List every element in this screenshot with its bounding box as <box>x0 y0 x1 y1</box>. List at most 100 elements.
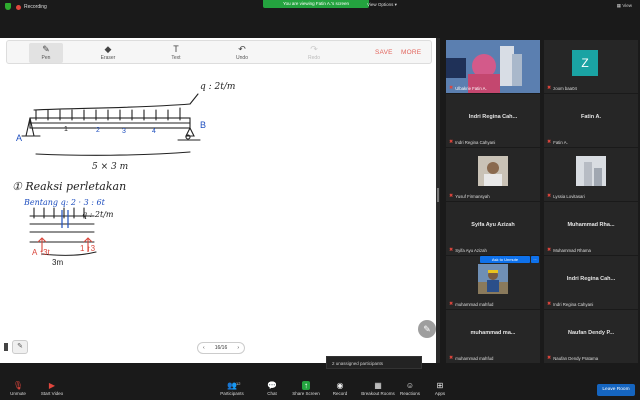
edit-pencil-button[interactable]: ✎ <box>418 320 436 338</box>
chat-button[interactable]: 💬 Chat <box>254 380 290 396</box>
small-load-label: q : 2t/m <box>82 210 114 219</box>
participant-display-name: Indri Regina Cah... <box>566 276 616 282</box>
participant-tile[interactable]: ✖ muhammad mahfud <box>446 256 540 309</box>
participant-more-button[interactable]: ... <box>531 256 539 263</box>
resize-handle[interactable] <box>437 188 439 202</box>
panel-resize-bar[interactable] <box>436 38 440 363</box>
ask-to-unmute-button[interactable]: Ask to Unmute <box>480 256 530 263</box>
participant-tile[interactable]: Z ✖ zoom baa04 <box>544 40 638 93</box>
reaction-a-label: A ↑3t <box>32 248 50 257</box>
tile-label: ✖ muhammad mahfud <box>449 355 493 361</box>
participant-name: muhammad mahfud <box>455 301 494 307</box>
record-button[interactable]: ◉ Record <box>322 380 358 396</box>
shared-whiteboard[interactable]: q : 2t/m A B 1 2 3 4 5 × 3 m ① Reaksi pe… <box>0 38 440 363</box>
muted-mic-icon: ✖ <box>449 193 454 199</box>
security-shield-icon[interactable] <box>5 3 11 10</box>
participant-tile[interactable]: ✖ Ulbakrie Fatin A. <box>446 40 540 93</box>
eraser-tool[interactable]: ◆ Eraser <box>91 43 125 63</box>
next-page-button[interactable]: › <box>237 345 239 351</box>
participant-name: Syifa Ayu Azizah <box>455 247 487 253</box>
participants-label: Participants <box>220 391 244 396</box>
side-tab[interactable] <box>4 343 8 351</box>
tile-label: ✖ muhammad mahfud <box>449 301 493 307</box>
leave-room-button[interactable]: Leave Room <box>597 384 635 396</box>
dimension-label: 5 × 3 m <box>92 162 129 172</box>
page-label: 16/16 <box>214 345 228 351</box>
view-label: View <box>622 3 632 8</box>
start-video-button[interactable]: ▶ Start Video <box>34 380 70 396</box>
muted-mic-icon: ✖ <box>449 355 454 361</box>
pen-tool[interactable]: ✎ Pen <box>29 43 63 63</box>
eraser-label: Eraser <box>100 55 116 61</box>
text-tool[interactable]: T Text <box>159 43 193 63</box>
chat-label: Chat <box>267 391 277 396</box>
recording-dot-icon <box>16 4 21 10</box>
participant-tile[interactable]: Fatin A. ✖ Fatin A. <box>544 94 638 147</box>
video-feed <box>478 264 508 294</box>
view-button[interactable]: ▦ View <box>617 3 632 9</box>
muted-mic-icon: ✖ <box>547 193 552 199</box>
more-button[interactable]: MORE <box>401 49 421 56</box>
microphone-muted-icon: 🎙 <box>12 381 24 390</box>
pen-icon: ✎ <box>42 44 50 54</box>
share-screen-button[interactable]: ↑ Share Screen <box>288 380 324 396</box>
undo-tool[interactable]: ↶ Undo <box>225 43 259 63</box>
annotation-control-button[interactable]: ✎ <box>12 340 28 354</box>
pen-small-icon: ✎ <box>17 343 23 350</box>
support-b-label: B <box>200 120 207 130</box>
bentang-line: Bentang q: 2 · 3 : 6t <box>24 198 105 207</box>
span-mark-4: 4 <box>152 128 156 135</box>
whiteboard-toolbar: ✎ Pen ◆ Eraser T Text ↶ Undo ↷ Redo SAVE… <box>6 40 432 64</box>
pencil-icon: ✎ <box>423 324 431 334</box>
participant-tile[interactable]: Indri Regina Cah... ✖ Indri Regina Cahyan… <box>446 94 540 147</box>
support-a-label: A <box>16 133 23 143</box>
tile-label: ✖ Fatin A. <box>547 139 568 145</box>
tile-label: ✖ Indri Regina Cahyani <box>547 301 593 307</box>
participant-tile[interactable]: Naufan Dendy P... ✖ Naufan Dendy Pratama <box>544 310 638 363</box>
muted-mic-icon: ✖ <box>449 301 454 307</box>
save-button[interactable]: SAVE <box>375 49 393 56</box>
participant-name: zoom baa04 <box>553 85 577 91</box>
dimension-line <box>35 151 191 156</box>
participant-display-name: Syifa Ayu Azizah <box>471 222 515 228</box>
muted-mic-icon: ✖ <box>547 85 552 91</box>
muted-mic-icon: ✖ <box>449 139 454 145</box>
undo-label: Undo <box>236 55 248 61</box>
participant-name: Ulbakrie Fatin A. <box>455 85 487 91</box>
participants-button[interactable]: 👥 12 Participants <box>214 380 250 396</box>
load-line <box>33 103 191 111</box>
redo-icon: ↷ <box>310 44 318 54</box>
participant-tile[interactable]: Muhammad Rha... ✖ Muhammad Rhama <box>544 202 638 255</box>
unassigned-participants-notice[interactable]: 2 unassigned participants <box>326 356 422 369</box>
participants-count: 12 <box>236 381 241 386</box>
participant-tile[interactable]: muhammad ma... ✖ muhammad mahfud <box>446 310 540 363</box>
participant-tile[interactable]: ✖ Lyssia Lovitasari <box>544 148 638 201</box>
undo-icon: ↶ <box>238 44 246 54</box>
participant-name: Fatin A. <box>553 139 568 145</box>
apps-button[interactable]: ⊞ Apps <box>422 380 458 396</box>
video-off-icon: ▶ <box>48 381 56 390</box>
participant-display-name: muhammad ma... <box>470 330 516 336</box>
recording-label: Recording <box>24 4 47 10</box>
avatar: Z <box>572 50 598 76</box>
video-feed <box>478 156 508 186</box>
reaction-b-label: 1 ↑3 <box>80 244 96 253</box>
blue-marks <box>61 210 69 228</box>
reactions-label: Reactions <box>399 391 420 396</box>
unmute-button[interactable]: 🎙 Unmute <box>0 380 36 396</box>
page-navigator: ‹ 16/16 › <box>197 342 245 354</box>
recording-indicator: Recording <box>16 4 47 10</box>
participant-tile[interactable]: ✖ Yusuf Firmansyah <box>446 148 540 201</box>
participant-tile[interactable]: Syifa Ayu Azizah ✖ Syifa Ayu Azizah <box>446 202 540 255</box>
participant-tile[interactable]: Indri Regina Cah... ✖ Indri Regina Cahyan… <box>544 256 638 309</box>
participant-name: Naufan Dendy Pratama <box>553 355 599 361</box>
prev-page-button[interactable]: ‹ <box>203 345 205 351</box>
muted-mic-icon: ✖ <box>547 355 552 361</box>
participants-icon: 👥 <box>227 381 237 390</box>
participant-display-name: Naufan Dendy P... <box>567 330 615 336</box>
span-mark-2: 2 <box>96 127 100 134</box>
share-screen-label: Share Screen <box>292 391 320 396</box>
view-options-button[interactable]: View Options ▾ <box>367 2 397 8</box>
pen-label: Pen <box>41 55 51 61</box>
redo-tool[interactable]: ↷ Redo <box>297 43 331 63</box>
